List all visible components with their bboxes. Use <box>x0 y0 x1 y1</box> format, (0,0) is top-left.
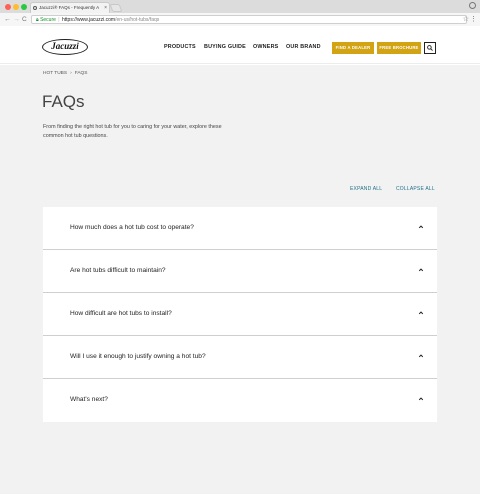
favicon-icon <box>33 6 37 10</box>
search-button[interactable] <box>424 42 436 54</box>
chevron-up-icon <box>418 268 424 272</box>
forward-button[interactable]: → <box>13 14 20 25</box>
jacuzzi-logo[interactable]: Jacuzzi <box>42 39 88 55</box>
bookmark-star-icon[interactable]: ☆ <box>463 14 469 25</box>
faq-accordion: How much does a hot tub cost to operate?… <box>43 207 437 422</box>
browser-tab[interactable]: Jacuzzi® FAQs - Frequently A × <box>30 2 110 13</box>
breadcrumb-faqs: FAQS <box>74 71 88 76</box>
browser-chrome: Jacuzzi® FAQs - Frequently A × ← → C 🔒︎ … <box>0 0 480 26</box>
faq-item[interactable]: How difficult are hot tubs to install? <box>43 293 437 336</box>
address-bar[interactable]: 🔒︎ Secure | https://www.jacuzzi.com/en-u… <box>31 15 467 24</box>
url-separator: | <box>58 17 60 23</box>
profile-icon[interactable] <box>469 2 476 9</box>
faq-item[interactable]: What's next? <box>43 379 437 422</box>
url-path: /en-us/hot-tubs/faqs <box>115 17 160 23</box>
chevron-up-icon <box>418 397 424 401</box>
faq-item[interactable]: Are hot tubs difficult to maintain? <box>43 250 437 293</box>
new-tab-button[interactable] <box>109 4 123 12</box>
nav-owners[interactable]: OWNERS <box>253 44 278 50</box>
url-domain: https://www.jacuzzi.com <box>62 17 116 23</box>
main-content: HOT TUBS › FAQS FAQs From finding the righ… <box>0 65 480 494</box>
back-button[interactable]: ← <box>4 14 11 25</box>
nav-buying-guide[interactable]: BUYING GUIDE <box>204 44 246 50</box>
faq-item[interactable]: Will I use it enough to justify owning a… <box>43 336 437 379</box>
faq-question: Are hot tubs difficult to maintain? <box>70 267 166 274</box>
lock-icon: 🔒︎ <box>36 17 39 23</box>
tab-title: Jacuzzi® FAQs - Frequently A <box>39 5 100 10</box>
browser-menu-icon[interactable]: ⋮ <box>470 14 477 25</box>
faq-question: How much does a hot tub cost to operate? <box>70 224 194 231</box>
chevron-up-icon <box>418 354 424 358</box>
nav-our-brand[interactable]: OUR BRAND <box>286 44 321 50</box>
page-title: FAQs <box>42 92 85 111</box>
secure-label: Secure <box>40 17 56 23</box>
faq-item[interactable]: How much does a hot tub cost to operate? <box>43 207 437 250</box>
faq-question: Will I use it enough to justify owning a… <box>70 353 206 360</box>
expand-all-button[interactable]: EXPAND ALL <box>350 186 382 192</box>
breadcrumb-separator-icon: › <box>70 71 72 76</box>
chevron-up-icon <box>418 311 424 315</box>
collapse-all-button[interactable]: COLLAPSE ALL <box>396 186 435 192</box>
nav-products[interactable]: PRODUCTS <box>164 44 196 50</box>
faq-question: What's next? <box>70 396 108 403</box>
minimize-window-button[interactable] <box>13 4 19 10</box>
tab-strip: Jacuzzi® FAQs - Frequently A × <box>0 0 480 13</box>
chevron-up-icon <box>418 225 424 229</box>
page-intro: From finding the right hot tub for you t… <box>43 124 222 139</box>
breadcrumb-hot-tubs[interactable]: HOT TUBS <box>43 71 67 76</box>
search-icon <box>427 45 433 51</box>
reload-button[interactable]: C <box>22 14 27 25</box>
close-window-button[interactable] <box>5 4 11 10</box>
find-a-dealer-button[interactable]: FIND A DEALER <box>332 42 374 54</box>
breadcrumb: HOT TUBS › FAQS <box>43 71 87 76</box>
maximize-window-button[interactable] <box>21 4 27 10</box>
free-brochure-button[interactable]: FREE BROCHURE <box>377 42 421 54</box>
site-header: Jacuzzi PRODUCTS BUYING GUIDE OWNERS OUR… <box>0 26 480 64</box>
browser-toolbar: ← → C 🔒︎ Secure | https://www.jacuzzi.co… <box>0 13 480 26</box>
faq-question: How difficult are hot tubs to install? <box>70 310 172 317</box>
tab-close-icon[interactable]: × <box>104 3 107 13</box>
